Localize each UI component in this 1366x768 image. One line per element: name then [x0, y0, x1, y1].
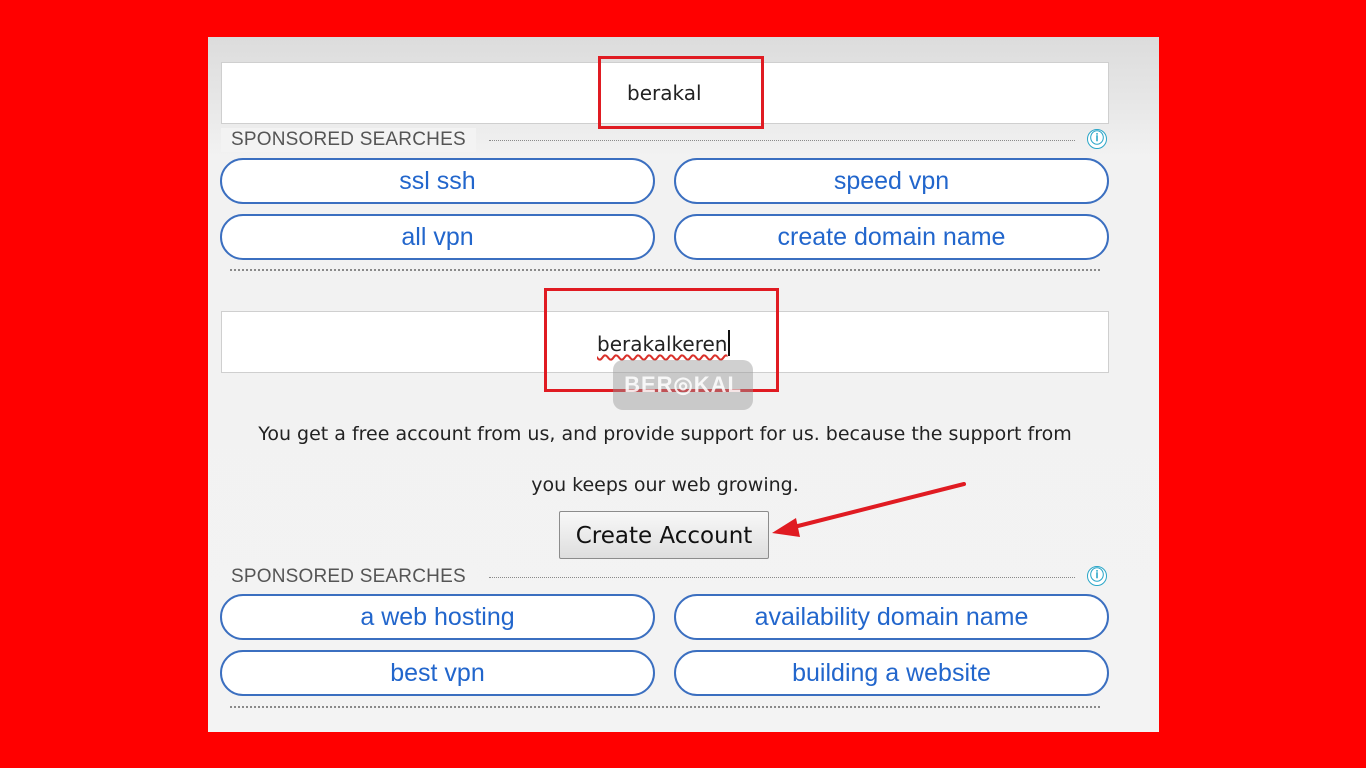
create-account-button[interactable]: Create Account	[559, 511, 769, 559]
sponsored-searches-header-top: SPONSORED SEARCHES ⓘ	[221, 128, 1109, 152]
password-value: berakalkeren	[597, 330, 731, 356]
sponsored-link-availability-domain-name[interactable]: availability domain name	[674, 594, 1109, 640]
section-divider	[230, 706, 1100, 708]
sponsored-link-all-vpn[interactable]: all vpn	[220, 214, 655, 260]
sponsored-link-building-a-website[interactable]: building a website	[674, 650, 1109, 696]
username-field[interactable]: berakal	[221, 62, 1109, 124]
sponsored-searches-header-bottom: SPONSORED SEARCHES ⓘ	[221, 565, 1109, 589]
sponsored-searches-label: SPONSORED SEARCHES	[221, 128, 476, 152]
sponsored-link-create-domain-name[interactable]: create domain name	[674, 214, 1109, 260]
dotted-divider	[489, 140, 1075, 141]
sponsored-searches-label: SPONSORED SEARCHES	[221, 565, 476, 589]
text-caret	[728, 330, 731, 356]
sponsored-link-speed-vpn[interactable]: speed vpn	[674, 158, 1109, 204]
watermark-logo: BER◎KAL	[613, 360, 753, 410]
sponsored-link-a-web-hosting[interactable]: a web hosting	[220, 594, 655, 640]
sponsored-link-ssl-ssh[interactable]: ssl ssh	[220, 158, 655, 204]
sponsored-link-best-vpn[interactable]: best vpn	[220, 650, 655, 696]
info-icon[interactable]: ⓘ	[1087, 129, 1107, 149]
section-divider	[230, 269, 1100, 271]
info-icon[interactable]: ⓘ	[1087, 566, 1107, 586]
password-text: berakalkeren	[597, 332, 728, 356]
description-line-2: you keeps our web growing.	[531, 474, 799, 496]
description-line-1: You get a free account from us, and prov…	[258, 423, 1072, 445]
username-value: berakal	[627, 81, 702, 105]
dotted-divider	[489, 577, 1075, 578]
